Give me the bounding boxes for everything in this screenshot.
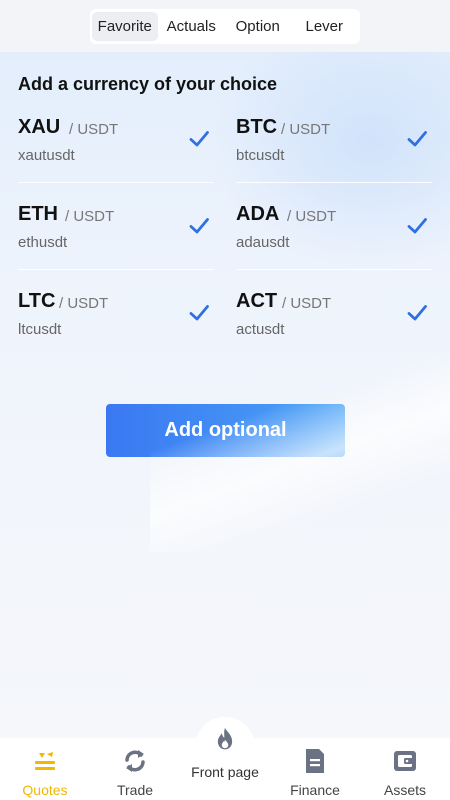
- wallet-icon: [394, 751, 416, 771]
- currency-item-btc[interactable]: BTC / USDT btcusdt: [236, 110, 436, 180]
- currency-code: actusdt: [236, 321, 285, 338]
- currency-symbol: ETH: [18, 203, 58, 225]
- currency-symbol: ADA: [236, 203, 280, 225]
- main-content: Add a currency of your choice XAU / USDT…: [0, 52, 450, 738]
- checkmark-icon[interactable]: [406, 128, 428, 150]
- nav-quotes[interactable]: Quotes: [0, 738, 90, 800]
- add-optional-button[interactable]: Add optional: [106, 404, 345, 457]
- currency-code: ltcusdt: [18, 321, 62, 338]
- checkmark-icon[interactable]: [188, 128, 210, 150]
- currency-item-eth[interactable]: ETH / USDT ethusdt: [18, 197, 218, 267]
- row-divider: [18, 269, 214, 270]
- currency-quote: / USDT: [287, 208, 337, 225]
- currency-symbol: ACT: [236, 290, 278, 312]
- tab-lever[interactable]: Lever: [291, 12, 359, 41]
- currency-symbol: XAU: [18, 116, 61, 138]
- currency-quote: / USDT: [59, 295, 109, 312]
- nav-label: Quotes: [22, 782, 68, 798]
- currency-item-ada[interactable]: ADA / USDT adausdt: [236, 197, 436, 267]
- document-icon: [306, 749, 324, 773]
- nav-trade[interactable]: Trade: [90, 738, 180, 800]
- flame-icon: [217, 727, 233, 750]
- currency-item-ltc[interactable]: LTC / USDT ltcusdt: [18, 284, 218, 354]
- checkmark-icon[interactable]: [406, 215, 428, 237]
- checkmark-icon[interactable]: [406, 302, 428, 324]
- page-heading: Add a currency of your choice: [18, 74, 278, 94]
- checkmark-icon[interactable]: [188, 215, 210, 237]
- row-divider: [18, 182, 214, 183]
- currency-code: btcusdt: [236, 147, 285, 164]
- nav-label: Front page: [191, 764, 259, 780]
- refresh-icon: [125, 750, 145, 772]
- currency-code: xautusdt: [18, 147, 75, 164]
- quotes-icon: [35, 752, 55, 770]
- row-divider: [236, 182, 432, 183]
- tab-actuals[interactable]: Actuals: [158, 12, 226, 41]
- currency-item-xau[interactable]: XAU / USDT xautusdt: [18, 110, 218, 180]
- row-divider: [236, 269, 432, 270]
- currency-quote: / USDT: [281, 121, 331, 138]
- currency-symbol: BTC: [236, 116, 278, 138]
- currency-code: ethusdt: [18, 234, 68, 251]
- currency-item-act[interactable]: ACT / USDT actusdt: [236, 284, 436, 354]
- tab-option[interactable]: Option: [225, 12, 291, 41]
- nav-label: Finance: [290, 782, 340, 798]
- checkmark-icon[interactable]: [188, 302, 210, 324]
- category-tabs: Favorite Actuals Option Lever: [90, 9, 360, 44]
- nav-front-page[interactable]: Front page: [180, 718, 270, 780]
- nav-finance[interactable]: Finance: [270, 738, 360, 800]
- currency-code: adausdt: [236, 234, 290, 251]
- currency-quote: / USDT: [65, 208, 115, 225]
- currency-quote: / USDT: [282, 295, 332, 312]
- nav-label: Trade: [116, 782, 154, 798]
- currency-quote: / USDT: [69, 121, 119, 138]
- nav-label: Assets: [383, 782, 426, 798]
- top-bar: Favorite Actuals Option Lever: [0, 0, 450, 52]
- tab-favorite[interactable]: Favorite: [92, 12, 158, 41]
- nav-assets[interactable]: Assets: [360, 738, 450, 800]
- currency-symbol: LTC: [18, 290, 56, 312]
